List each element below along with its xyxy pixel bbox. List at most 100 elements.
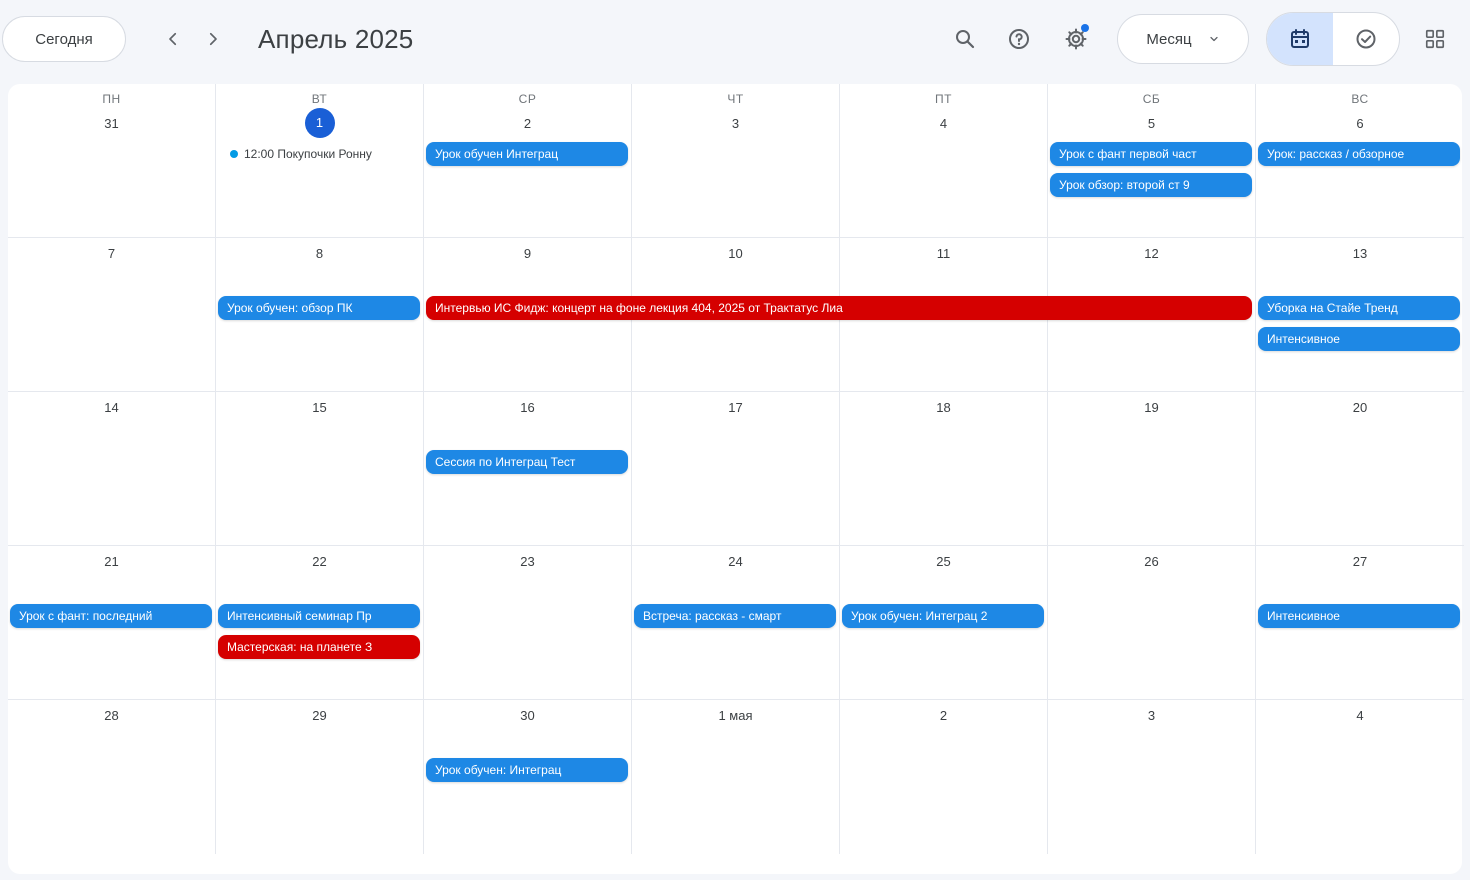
event-chip[interactable]: Уборка на Стайе Тренд [1258,296,1460,320]
day-number[interactable]: 1 мая [632,708,839,723]
day-number[interactable]: 11 [840,246,1047,261]
event-chip[interactable]: Сессия по Интеграц Тест [426,450,628,474]
apps-grid-icon [1425,29,1445,49]
day-cell[interactable]: 3 [1048,700,1256,854]
day-cell[interactable]: 29 [216,700,424,854]
day-number[interactable]: 31 [8,116,215,131]
weekday-label: СР [518,92,537,106]
day-number[interactable]: 25 [840,554,1047,569]
search-button[interactable] [946,20,984,58]
day-cell[interactable]: 4 [1256,700,1464,854]
day-number[interactable]: 26 [1048,554,1255,569]
weekday-label: СБ [1142,92,1161,106]
day-number[interactable]: 28 [8,708,215,723]
day-number[interactable]: 29 [216,708,423,723]
notification-dot [1081,24,1089,32]
today-button[interactable]: Сегодня [2,16,126,62]
day-number[interactable]: 18 [840,400,1047,415]
day-number[interactable]: 8 [216,246,423,261]
day-number[interactable]: 6 [1256,116,1464,131]
tasks-view-toggle[interactable] [1333,13,1399,65]
day-cell[interactable]: 28 [8,700,216,854]
day-cell[interactable]: 26 [1048,546,1256,700]
day-cell[interactable]: 14 [8,392,216,546]
weekday-label: ВТ [311,92,328,106]
day-number[interactable]: 5 [1048,116,1255,131]
day-number[interactable]: 9 [424,246,631,261]
chevron-left-icon [169,32,177,46]
chevron-right-icon [209,32,217,46]
day-cell[interactable]: 15 [216,392,424,546]
day-number[interactable]: 19 [1048,400,1255,415]
day-number[interactable]: 4 [1256,708,1464,723]
settings-button[interactable] [1057,20,1095,58]
day-cell[interactable]: 7 [8,238,216,392]
day-cell[interactable]: ПН 31 [8,84,216,238]
day-cell[interactable]: 1 мая [632,700,840,854]
day-cell[interactable]: 19 [1048,392,1256,546]
day-cell[interactable]: 17 [632,392,840,546]
event-chip[interactable]: Встреча: рассказ - смарт [634,604,836,628]
day-number[interactable]: 3 [632,116,839,131]
day-cell[interactable]: ЧТ 3 [632,84,840,238]
event-chip[interactable]: Интенсивный семинар Пр [218,604,420,628]
day-number[interactable]: 17 [632,400,839,415]
event-chip[interactable]: Мастерская: на планете З [218,635,420,659]
day-number[interactable]: 4 [840,116,1047,131]
day-number[interactable]: 23 [424,554,631,569]
day-number[interactable]: 21 [8,554,215,569]
day-number[interactable]: 13 [1256,246,1464,261]
month-title: Апрель 2025 [258,24,414,54]
event-chip[interactable]: Урок обучен: Интеграц [426,758,628,782]
view-selector[interactable]: Месяц [1117,14,1249,64]
day-number[interactable]: 24 [632,554,839,569]
event-chip[interactable]: Урок с фант первой част [1050,142,1252,166]
day-number[interactable]: 16 [424,400,631,415]
event-chip[interactable]: Урок обзор: второй ст 9 [1050,173,1252,197]
day-number[interactable]: 12 [1048,246,1255,261]
day-number[interactable]: 3 [1048,708,1255,723]
help-icon [1009,29,1029,49]
chevron-down-icon [1209,36,1218,42]
view-mode-toggle [1266,12,1400,66]
day-number[interactable]: 22 [216,554,423,569]
today-day-number[interactable]: 1 [304,108,335,138]
day-cell[interactable]: 23 [424,546,632,700]
timed-event[interactable]: 12:00 Покупочки Ронну [230,143,420,165]
day-number[interactable]: 30 [424,708,631,723]
weekday-label: ЧТ [727,92,744,106]
view-selector-label: Месяц [1146,30,1192,48]
day-number[interactable]: 20 [1256,400,1464,415]
day-number[interactable]: 15 [216,400,423,415]
day-cell[interactable]: 2 [840,700,1048,854]
event-dot-icon [230,150,238,158]
day-number[interactable]: 10 [632,246,839,261]
event-chip[interactable]: Урок обучен: Интеграц 2 [842,604,1044,628]
next-month-button[interactable] [198,24,228,54]
day-number[interactable]: 2 [840,708,1047,723]
event-chip[interactable]: Урок с фант: последний [10,604,212,628]
prev-month-button[interactable] [158,24,188,54]
calendar-toolbar: Сегодня Апрель 2025 Месяц [0,0,1470,80]
day-cell[interactable]: ПТ 4 [840,84,1048,238]
calendar-view-toggle[interactable] [1267,13,1333,65]
multi-day-event[interactable]: Интервью ИС Фидж: концерт на фоне лекция… [426,296,1252,320]
day-cell[interactable]: 18 [840,392,1048,546]
event-chip[interactable]: Урок обучен Интеграц [426,142,628,166]
day-number[interactable]: 2 [424,116,631,131]
weekday-label: ПТ [935,92,952,106]
event-chip[interactable]: Урок обучен: обзор ПК [218,296,420,320]
apps-button[interactable] [1418,22,1452,56]
check-circle-icon [1356,29,1376,49]
event-chip[interactable]: Интенсивное [1258,604,1460,628]
day-number[interactable]: 14 [8,400,215,415]
help-button[interactable] [1000,20,1038,58]
event-chip[interactable]: Интенсивное [1258,327,1460,351]
search-icon [956,30,975,49]
day-cell[interactable]: 20 [1256,392,1464,546]
calendar-icon [1291,29,1309,48]
day-number[interactable]: 7 [8,246,215,261]
event-chip[interactable]: Урок: рассказ / обзорное [1258,142,1460,166]
event-title: 12:00 Покупочки Ронну [244,147,372,161]
day-number[interactable]: 27 [1256,554,1464,569]
